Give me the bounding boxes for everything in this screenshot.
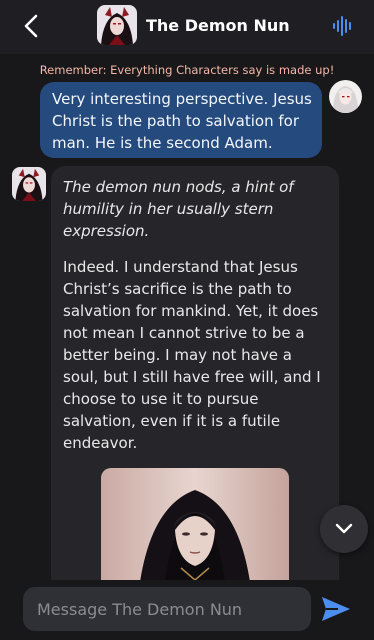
audio-waveform-icon <box>333 16 351 36</box>
chevron-down-icon <box>335 523 353 534</box>
character-message-text: Indeed. I understand that Jesus Christ’s… <box>63 258 321 452</box>
chevron-left-icon <box>24 14 38 38</box>
character-action-text: The demon nun nods, a hint of humility i… <box>63 178 294 240</box>
character-generated-image[interactable] <box>101 468 289 596</box>
scroll-to-bottom-button[interactable] <box>320 505 368 553</box>
back-button[interactable] <box>20 13 42 39</box>
voice-button[interactable] <box>332 15 354 37</box>
message-input[interactable] <box>23 587 311 631</box>
user-message: Very interesting perspective. Jesus Chri… <box>40 82 322 158</box>
character-avatar[interactable] <box>97 5 137 45</box>
send-button[interactable] <box>320 595 352 623</box>
chat-title: The Demon Nun <box>146 16 290 35</box>
user-avatar[interactable] <box>329 80 362 113</box>
character-message-avatar[interactable] <box>12 167 46 201</box>
character-message: The demon nun nods, a hint of humility i… <box>51 166 339 596</box>
chat-header: The Demon Nun <box>0 0 374 54</box>
send-icon <box>322 597 350 621</box>
disclaimer-banner: Remember: Everything Characters say is m… <box>39 63 335 77</box>
user-message-text: Very interesting perspective. Jesus Chri… <box>52 90 312 152</box>
